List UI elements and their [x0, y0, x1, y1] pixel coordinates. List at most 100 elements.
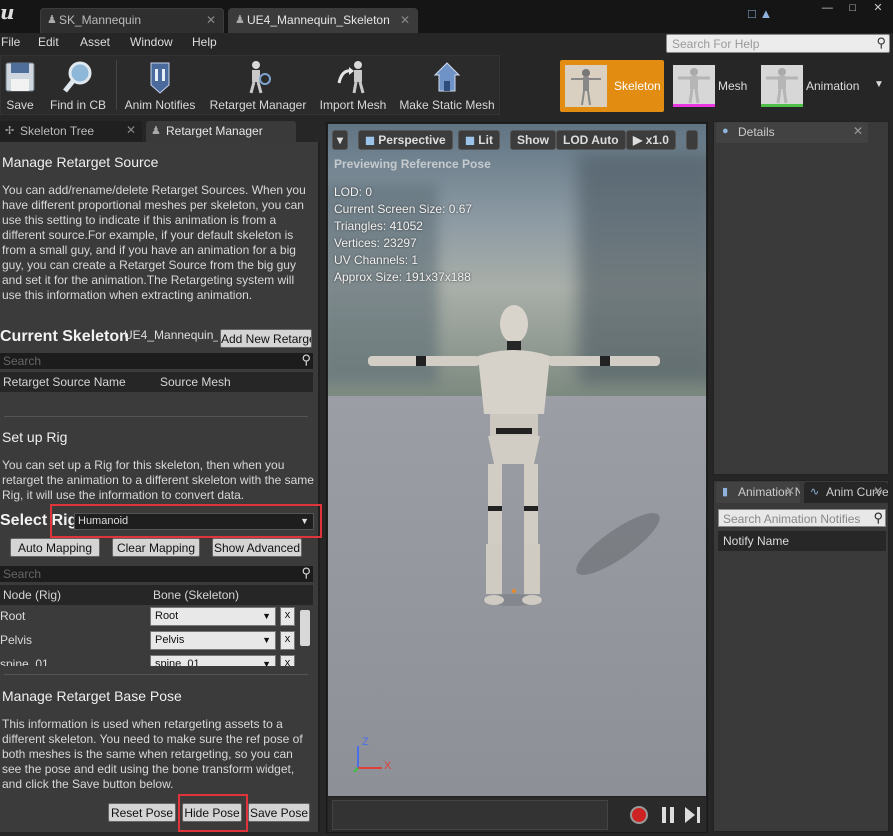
- viewport-stat-approx-size: Approx Size: 191x37x188: [334, 270, 471, 284]
- record-icon[interactable]: [630, 806, 648, 824]
- show-advanced-button[interactable]: Show Advanced: [212, 538, 302, 557]
- clear-mapping-button[interactable]: Clear Mapping: [112, 538, 200, 557]
- menu-edit[interactable]: Edit: [38, 35, 59, 49]
- close-tab-icon[interactable]: ✕: [785, 484, 795, 498]
- close-tab-icon[interactable]: ✕: [126, 123, 136, 137]
- close-tab-icon[interactable]: ✕: [873, 484, 883, 498]
- search-icon: ⚲: [873, 510, 883, 525]
- bone-list-scrollbar[interactable]: [300, 610, 310, 646]
- auto-mapping-button[interactable]: Auto Mapping: [10, 538, 100, 557]
- lod-auto-button[interactable]: LOD Auto: [556, 130, 626, 150]
- minimize-button[interactable]: —: [816, 2, 838, 16]
- unreal-logo-icon: u: [0, 0, 15, 24]
- lit-button[interactable]: ◼ Lit: [458, 130, 500, 150]
- column-retarget-source-name[interactable]: Retarget Source Name: [3, 375, 126, 389]
- viewport-scroll-button[interactable]: [686, 130, 698, 150]
- timeline-scrubber[interactable]: [332, 800, 608, 830]
- make-static-mesh-icon: [430, 59, 464, 95]
- perspective-button[interactable]: ◼ Perspective: [358, 130, 453, 150]
- details-icon: ●: [722, 125, 729, 137]
- tab-animation-notifies[interactable]: ▮ Animation Notifies ✕: [716, 482, 800, 503]
- close-window-button[interactable]: ✕: [867, 2, 889, 16]
- close-tab-icon[interactable]: ✕: [400, 13, 410, 27]
- notify-name-column[interactable]: Notify Name: [718, 531, 886, 551]
- tab-skeleton-tree[interactable]: ✢ Skeleton Tree ✕: [0, 121, 142, 142]
- toolbar-separator: [116, 60, 117, 110]
- mode-mesh-button[interactable]: Mesh: [668, 60, 758, 112]
- persona-editor-window: u ♟ SK_Mannequin ✕ ♟ UE4_Mannequin_Skele…: [0, 0, 893, 836]
- notifies-search-input[interactable]: Search Animation Notifies ⚲: [718, 509, 886, 527]
- play-icon[interactable]: [685, 807, 695, 823]
- retarget-manager-button[interactable]: Retarget Manager: [208, 56, 308, 114]
- rig-search-input[interactable]: Search ⚲: [0, 565, 313, 582]
- find-in-cb-button[interactable]: Find in CB: [47, 56, 109, 114]
- column-source-mesh[interactable]: Source Mesh: [160, 375, 231, 389]
- pause-icon[interactable]: [662, 807, 674, 823]
- retarget-manager-icon: [241, 59, 275, 95]
- make-static-mesh-label: Make Static Mesh: [399, 98, 495, 112]
- setup-rig-description: You can set up a Rig for this skeleton, …: [2, 458, 314, 502]
- show-button[interactable]: Show: [510, 130, 556, 150]
- rig-node-name: Pelvis: [0, 633, 33, 647]
- bone-mapping-row: Pelvis Pelvis ▼ x: [0, 630, 313, 652]
- bone-value: Root: [155, 610, 179, 622]
- mode-skeleton-button[interactable]: Skeleton: [560, 60, 664, 112]
- clear-bone-button[interactable]: x: [280, 655, 295, 666]
- tab-details[interactable]: ● Details ✕: [716, 122, 868, 143]
- close-tab-icon[interactable]: ✕: [206, 13, 216, 27]
- tab-retarget-manager[interactable]: ♟ Retarget Manager: [146, 121, 296, 142]
- playback-speed-button[interactable]: ▶ x1.0: [626, 130, 676, 150]
- help-search-input[interactable]: Search For Help ⚲: [666, 34, 890, 53]
- tab-anim-curves[interactable]: ∿ Anim Curves ✕: [804, 482, 888, 503]
- close-tab-icon[interactable]: ✕: [853, 124, 863, 138]
- mode-animation-button[interactable]: Animation ▼: [756, 60, 890, 112]
- bone-select-dropdown[interactable]: Root ▼: [150, 607, 276, 626]
- step-forward-icon[interactable]: [697, 807, 700, 823]
- skeleton-tree-icon: ✢: [5, 125, 15, 137]
- save-pose-button[interactable]: Save Pose: [248, 803, 310, 822]
- column-node-rig[interactable]: Node (Rig): [3, 588, 61, 602]
- magnifier-icon: [61, 59, 95, 95]
- tab-ue4-mannequin-skeleton[interactable]: ♟ UE4_Mannequin_Skeleton ✕: [228, 8, 418, 33]
- learn-icon[interactable]: ▲: [759, 6, 772, 21]
- rig-table-header: Node (Rig) Bone (Skeleton): [0, 585, 313, 605]
- bone-mapping-row: spine_01 spine_01 ▼ x: [0, 654, 313, 666]
- menu-asset[interactable]: Asset: [80, 35, 110, 49]
- perspective-icon: ◼: [365, 133, 379, 147]
- tab-retarget-manager-label: Retarget Manager: [166, 124, 263, 138]
- lit-icon: ◼: [465, 133, 479, 147]
- bone-select-dropdown[interactable]: Pelvis ▼: [150, 631, 276, 650]
- anim-notifies-button[interactable]: Anim Notifies: [123, 56, 197, 114]
- retarget-source-title: Manage Retarget Source: [2, 154, 159, 170]
- maximize-button[interactable]: □: [842, 2, 864, 16]
- reset-pose-button[interactable]: Reset Pose: [108, 803, 176, 822]
- play-icon: ▶: [633, 133, 646, 147]
- retarget-source-search-input[interactable]: Search ⚲: [0, 352, 313, 369]
- clear-bone-button[interactable]: x: [280, 631, 295, 650]
- viewport-options-button[interactable]: ▾: [332, 130, 349, 150]
- viewport-stat-uv-channels: UV Channels: 1: [334, 253, 419, 267]
- search-icon: ⚲: [876, 35, 886, 50]
- add-new-retarget-source-button[interactable]: Add New Retarget Source: [220, 329, 312, 348]
- mode-mesh-label: Mesh: [718, 79, 748, 93]
- chevron-down-icon[interactable]: ▼: [874, 79, 884, 90]
- speed-label: x1.0: [645, 133, 669, 147]
- save-button[interactable]: Save: [3, 56, 37, 114]
- clear-bone-button[interactable]: x: [280, 607, 295, 626]
- preview-viewport[interactable]: ▾ ◼ Perspective ◼ Lit Show LOD Auto ▶ x1…: [328, 124, 706, 796]
- section-divider: [4, 674, 308, 675]
- make-static-mesh-button[interactable]: Make Static Mesh: [397, 56, 497, 114]
- chat-icon[interactable]: □: [748, 6, 756, 21]
- menu-help[interactable]: Help: [192, 35, 217, 49]
- menu-file[interactable]: File: [1, 35, 20, 49]
- bone-select-dropdown[interactable]: spine_01 ▼: [150, 655, 276, 666]
- chevron-down-icon: ▼: [262, 635, 271, 645]
- column-bone-skeleton[interactable]: Bone (Skeleton): [153, 588, 239, 602]
- search-placeholder: Search Animation Notifies: [723, 512, 861, 526]
- menu-window[interactable]: Window: [130, 35, 173, 49]
- retarget-manager-label: Retarget Manager: [209, 98, 307, 112]
- tab-sk-mannequin[interactable]: ♟ SK_Mannequin ✕: [40, 8, 224, 33]
- retarget-source-description: You can add/rename/delete Retarget Sourc…: [2, 183, 306, 302]
- title-bar-icons: □ ▲: [748, 6, 772, 21]
- import-mesh-button[interactable]: Import Mesh: [317, 56, 389, 114]
